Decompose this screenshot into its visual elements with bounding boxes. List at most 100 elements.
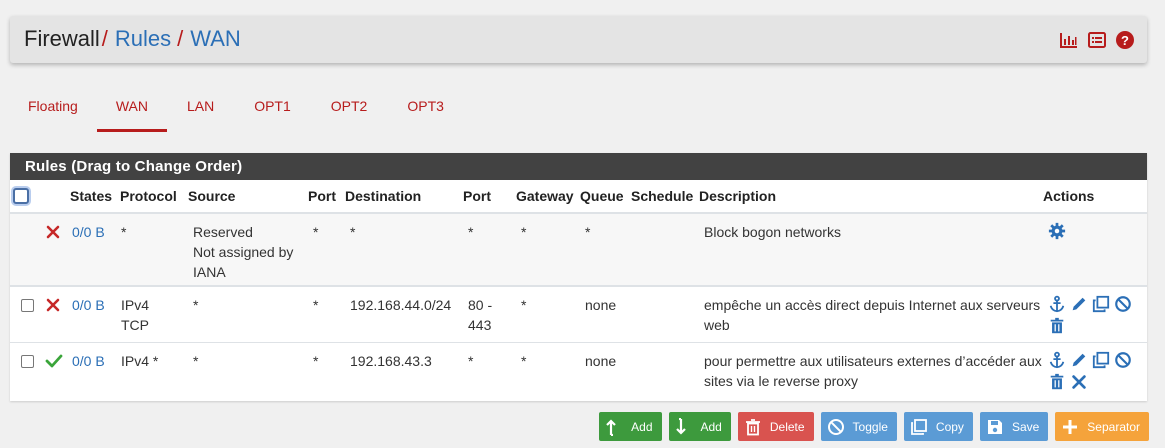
column-queue: Queue [580, 180, 631, 214]
protocol-cell: IPv4 TCP [121, 297, 150, 333]
tab-opt3[interactable]: OPT3 [407, 94, 444, 132]
source-port-cell: * [313, 297, 319, 313]
copy-icon[interactable] [1092, 295, 1112, 315]
trash-icon[interactable] [1048, 317, 1068, 337]
anchor-icon[interactable] [1048, 295, 1068, 315]
page-header: Firewall/Rules / WAN ? [10, 16, 1147, 63]
tab-lan[interactable]: LAN [187, 94, 214, 132]
breadcrumb-wan-link[interactable]: WAN [190, 26, 241, 51]
row-checkbox[interactable] [10, 286, 38, 342]
delete-button[interactable]: Delete [737, 412, 814, 441]
pencil-icon[interactable] [1070, 351, 1090, 371]
breadcrumb-firewall: Firewall [24, 26, 100, 51]
gear-icon[interactable] [1048, 222, 1068, 242]
pass-check-icon [38, 342, 70, 399]
breadcrumb: Firewall/Rules / WAN [24, 26, 241, 52]
column-description: Description [699, 180, 1043, 214]
save-button[interactable]: Save [979, 412, 1049, 441]
row-checkbox-cell [10, 213, 38, 286]
add-top-button[interactable]: Add [599, 412, 662, 441]
column-source-port: Port [308, 180, 345, 214]
column-protocol: Protocol [120, 180, 188, 214]
copy-button[interactable]: Copy [903, 412, 973, 441]
svg-text:?: ? [1121, 33, 1129, 48]
block-icon [38, 286, 70, 342]
column-status [38, 180, 70, 214]
source-cell: * [193, 297, 199, 313]
queue-cell: none [585, 352, 617, 369]
states-link[interactable]: 0/0 B [72, 224, 105, 240]
tab-opt1[interactable]: OPT1 [254, 94, 291, 132]
destination-port-cell: * [468, 224, 474, 240]
breadcrumb-rules-link[interactable]: Rules [115, 26, 171, 51]
pencil-icon[interactable] [1070, 295, 1090, 315]
add-top-label: Add [631, 419, 653, 434]
table-row[interactable]: 0/0 B IPv4 * * * 192.168.43.3 * * none p… [10, 342, 1147, 399]
gateway-cell: * [521, 297, 527, 313]
tab-opt2[interactable]: OPT2 [331, 94, 368, 132]
schedule-cell [631, 342, 699, 399]
copy-label: Copy [935, 419, 964, 434]
block-icon [38, 213, 70, 286]
list-icon[interactable] [1087, 30, 1107, 50]
breadcrumb-separator: / [101, 26, 108, 51]
panel-title: Rules (Drag to Change Order) [10, 153, 1147, 180]
tab-floating[interactable]: Floating [28, 94, 78, 132]
queue-cell: * [585, 224, 591, 240]
select-all-checkbox[interactable] [10, 180, 38, 214]
table-header-row: States Protocol Source Port Destination … [10, 180, 1147, 214]
column-gateway: Gateway [516, 180, 580, 214]
plus-icon [1063, 419, 1078, 434]
rules-table: States Protocol Source Port Destination … [10, 180, 1147, 399]
column-destination: Destination [345, 180, 463, 214]
delete-label: Delete [769, 419, 805, 434]
disable-icon[interactable] [1114, 295, 1134, 315]
column-schedule: Schedule [631, 180, 699, 214]
source-port-cell: * [313, 224, 319, 240]
description-cell: pour permettre aux utilisateurs externes… [704, 352, 1042, 389]
add-bottom-button[interactable]: Add [668, 412, 731, 441]
gateway-cell: * [521, 224, 527, 240]
states-link[interactable]: 0/0 B [72, 353, 105, 369]
delete-x-icon[interactable] [1070, 373, 1090, 393]
destination-port-cell: * [468, 352, 474, 369]
bar-chart-icon[interactable] [1059, 30, 1079, 50]
anchor-icon[interactable] [1048, 351, 1068, 371]
help-icon[interactable]: ? [1115, 30, 1135, 50]
add-bottom-label: Add [700, 419, 722, 434]
column-source: Source [188, 180, 308, 214]
separator-button[interactable]: Separator [1055, 412, 1149, 441]
separator-label: Separator [1087, 419, 1140, 434]
tab-wan[interactable]: WAN [96, 94, 168, 132]
column-destination-port: Port [463, 180, 516, 214]
copy-icon[interactable] [1092, 351, 1112, 371]
rules-panel: Rules (Drag to Change Order) States Prot… [10, 153, 1147, 401]
disable-icon[interactable] [1114, 351, 1134, 371]
source-cell: Reserved Not assigned by IANA [193, 224, 294, 280]
trash-icon[interactable] [1048, 373, 1068, 393]
queue-cell: none [585, 297, 617, 313]
arrow-down-icon [675, 417, 686, 435]
toggle-label: Toggle [852, 419, 888, 434]
protocol-cell: * [121, 224, 127, 240]
table-row[interactable]: 0/0 B * Reserved Not assigned by IANA * … [10, 213, 1147, 286]
protocol-cell: IPv4 * [121, 352, 159, 369]
schedule-cell [631, 286, 699, 342]
copy-icon [911, 418, 927, 435]
save-label: Save [1011, 419, 1040, 434]
ban-icon [827, 418, 844, 435]
destination-port-cell: 80 - 443 [468, 297, 493, 333]
description-cell: Block bogon networks [704, 224, 841, 240]
destination-cell: 192.168.44.0/24 [350, 297, 452, 313]
toggle-button[interactable]: Toggle [820, 412, 897, 441]
states-link[interactable]: 0/0 B [72, 297, 105, 313]
row-checkbox[interactable] [10, 342, 38, 399]
column-states: States [70, 180, 120, 214]
column-actions: Actions [1043, 180, 1147, 214]
arrow-up-icon [606, 418, 616, 436]
rule-action-buttons: Add Add Delete Toggle Copy Save Separato… [599, 412, 1149, 441]
gateway-cell: * [521, 352, 527, 369]
table-row[interactable]: 0/0 B IPv4 TCP * * 192.168.44.0/24 80 - … [10, 286, 1147, 342]
breadcrumb-separator: / [177, 26, 184, 51]
interface-tabs: Floating WAN LAN OPT1 OPT2 OPT3 [10, 94, 444, 132]
